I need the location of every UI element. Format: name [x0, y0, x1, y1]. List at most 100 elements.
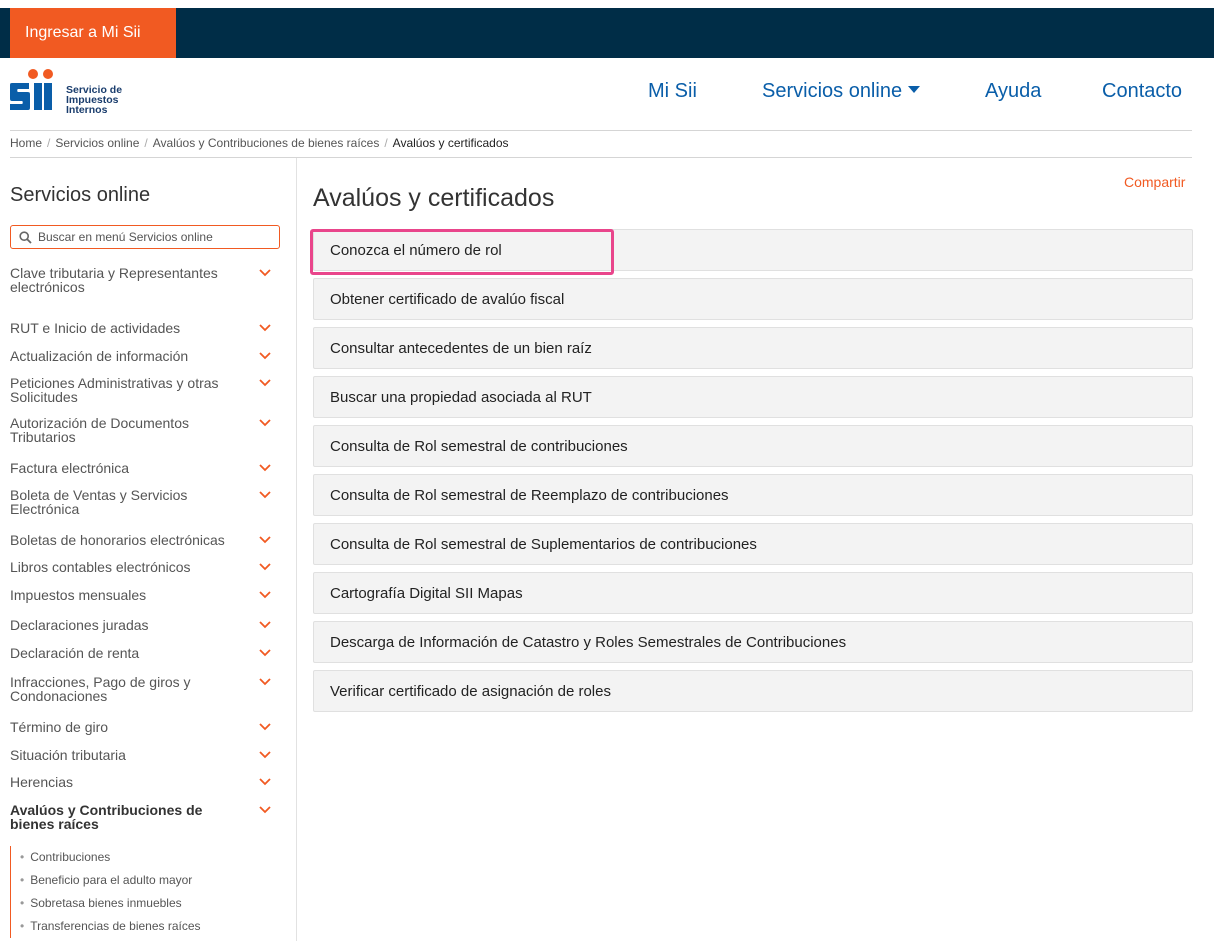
bullet-icon: •: [20, 873, 25, 887]
sidebar-item-herencias[interactable]: Herencias: [10, 775, 281, 789]
sidebar-item-label: Avalúos y Contribuciones de bienes raíce…: [10, 802, 203, 832]
sidebar-item-label: Factura electrónica: [10, 460, 130, 476]
service-link-item[interactable]: Consultar antecedentes de un bien raíz: [313, 327, 1193, 369]
share-link[interactable]: Compartir: [1124, 174, 1185, 190]
sidebar-subitem-label: Transferencias de bienes raíces: [30, 919, 201, 933]
chevron-down-icon: [259, 751, 271, 759]
service-link-label: Consulta de Rol semestral de contribucio…: [330, 437, 628, 455]
chevron-down-icon: [259, 778, 271, 786]
chevron-down-icon: [259, 563, 271, 571]
service-link-label: Cartografía Digital SII Mapas: [330, 584, 523, 602]
sidebar-item-declaracion-renta[interactable]: Declaración de renta: [10, 646, 281, 660]
service-link-label: Buscar una propiedad asociada al RUT: [330, 388, 592, 406]
chevron-down-icon: [259, 678, 271, 686]
chevron-down-icon: [259, 806, 271, 814]
nav-contacto[interactable]: Contacto: [1102, 80, 1182, 103]
sidebar-item-label: Boleta de Ventas y Servicios Electrónica: [10, 487, 188, 517]
sidebar-item-libros-contables[interactable]: Libros contables electrónicos: [10, 560, 281, 574]
breadcrumb-current: Avalúos y certificados: [392, 136, 509, 150]
sidebar-item-termino-giro[interactable]: Término de giro: [10, 720, 281, 734]
chevron-down-icon: [259, 269, 271, 277]
sidebar-item-label: Actualización de información: [10, 348, 189, 364]
sidebar-item-actualizacion-informacion[interactable]: Actualización de información: [10, 349, 281, 363]
sidebar-subitem-beneficio-adulto-mayor[interactable]: • Beneficio para el adulto mayor: [11, 869, 201, 892]
service-link-item[interactable]: Consulta de Rol semestral de contribucio…: [313, 425, 1193, 467]
service-link-label: Obtener certificado de avalúo fiscal: [330, 290, 565, 308]
sii-logo[interactable]: Servicio de Impuestos Internos: [10, 68, 150, 118]
sidebar-divider: [296, 158, 297, 941]
sidebar-subitem-transferencias-bienes-raices[interactable]: • Transferencias de bienes raíces: [11, 915, 201, 938]
service-link-item[interactable]: Consulta de Rol semestral de Reemplazo d…: [313, 474, 1193, 516]
service-link-label: Consultar antecedentes de un bien raíz: [330, 339, 592, 357]
chevron-down-icon: [259, 491, 271, 499]
sidebar-submenu: • Contribuciones • Beneficio para el adulto…: [10, 846, 201, 938]
chevron-down-icon: [259, 536, 271, 544]
highlight-box: [310, 229, 614, 275]
sidebar-item-label: Situación tributaria: [10, 747, 126, 763]
header-divider: [10, 130, 1192, 131]
sidebar-item-label: Autorización de Documentos Tributarios: [10, 415, 189, 445]
chevron-down-icon: [259, 621, 271, 629]
sidebar-item-label: Impuestos mensuales: [10, 587, 147, 603]
header: Servicio de Impuestos Internos Mi Sii Se…: [0, 58, 1214, 130]
bullet-icon: •: [20, 896, 25, 910]
chevron-down-icon: [259, 379, 271, 387]
bullet-icon: •: [20, 919, 25, 933]
chevron-down-icon: [259, 723, 271, 731]
service-link-label: Consulta de Rol semestral de Reemplazo d…: [330, 486, 729, 504]
breadcrumb-avaluos-contribuciones[interactable]: Avalúos y Contribuciones de bienes raíce…: [153, 136, 380, 150]
sidebar-item-impuestos-mensuales[interactable]: Impuestos mensuales: [10, 588, 281, 602]
sidebar-search-input[interactable]: Buscar en menú Servicios online: [10, 225, 280, 249]
sidebar-item-declaraciones-juradas[interactable]: Declaraciones juradas: [10, 618, 281, 632]
chevron-down-icon: [259, 591, 271, 599]
service-link-item[interactable]: Consulta de Rol semestral de Suplementar…: [313, 523, 1193, 565]
sidebar-item-label: Declaración de renta: [10, 645, 140, 661]
logo-line-3: Internos: [66, 104, 108, 116]
service-link-item[interactable]: Verificar certificado de asignación de r…: [313, 670, 1193, 712]
sidebar-subitem-contribuciones[interactable]: • Contribuciones: [11, 846, 201, 869]
sidebar-item-label: Herencias: [10, 774, 74, 790]
nav-mi-sii[interactable]: Mi Sii: [648, 80, 697, 103]
sidebar-subitem-label: Contribuciones: [30, 850, 111, 864]
chevron-down-icon: [259, 419, 271, 427]
chevron-down-icon: [259, 464, 271, 472]
sidebar-item-autorizacion-documentos[interactable]: Autorización de Documentos Tributarios: [10, 416, 281, 444]
sidebar-item-clave-tributaria[interactable]: Clave tributaria y Representantes electr…: [10, 266, 281, 294]
service-link-item[interactable]: Buscar una propiedad asociada al RUT: [313, 376, 1193, 418]
service-link-item[interactable]: Obtener certificado de avalúo fiscal: [313, 278, 1193, 320]
sidebar-subitem-sobretasa-bienes-inmuebles[interactable]: • Sobretasa bienes inmuebles: [11, 892, 201, 915]
chevron-down-icon: [259, 352, 271, 360]
sidebar-subitem-label: Beneficio para el adulto mayor: [30, 873, 193, 887]
sidebar-subitem-label: Sobretasa bienes inmuebles: [30, 896, 182, 910]
sidebar-item-boleta-ventas-servicios[interactable]: Boleta de Ventas y Servicios Electrónica: [10, 488, 281, 516]
service-link-item[interactable]: Descarga de Información de Catastro y Ro…: [313, 621, 1193, 663]
sidebar-item-situacion-tributaria[interactable]: Situación tributaria: [10, 748, 281, 762]
breadcrumb-divider: [10, 157, 1192, 158]
sii-logo-icon: [10, 69, 53, 110]
sidebar-item-label: Término de giro: [10, 719, 109, 735]
breadcrumb-home[interactable]: Home: [10, 136, 42, 150]
sidebar-item-factura-electronica[interactable]: Factura electrónica: [10, 461, 281, 475]
sidebar-item-infracciones-pago-giros[interactable]: Infracciones, Pago de giros y Condonacio…: [10, 675, 281, 703]
breadcrumb-servicios-online[interactable]: Servicios online: [55, 136, 139, 150]
chevron-down-icon: [259, 324, 271, 332]
sidebar-item-label: Clave tributaria y Representantes electr…: [10, 265, 218, 295]
sidebar-item-peticiones-administrativas[interactable]: Peticiones Administrativas y otras Solic…: [10, 376, 281, 404]
breadcrumb: Home / Servicios online / Avalúos y Contribu…: [10, 136, 509, 150]
service-link-label: Verificar certificado de asignación de r…: [330, 682, 611, 700]
nav-servicios-online[interactable]: Servicios online: [762, 80, 921, 103]
service-link-item[interactable]: Cartografía Digital SII Mapas: [313, 572, 1193, 614]
sidebar-item-rut-inicio-actividades[interactable]: RUT e Inicio de actividades: [10, 321, 281, 335]
login-mi-sii-button[interactable]: Ingresar a Mi Sii: [10, 8, 176, 58]
sidebar-item-label: Infracciones, Pago de giros y Condonacio…: [10, 674, 191, 704]
service-link-label: Descarga de Información de Catastro y Ro…: [330, 633, 847, 651]
bullet-icon: •: [20, 850, 25, 864]
top-bar: Ingresar a Mi Sii: [0, 8, 1214, 58]
sidebar-item-label: Peticiones Administrativas y otras Solic…: [10, 375, 219, 405]
logo-text: Servicio de Impuestos Internos: [66, 85, 122, 116]
sidebar-item-avaluos-contribuciones[interactable]: Avalúos y Contribuciones de bienes raíce…: [10, 803, 281, 831]
nav-ayuda[interactable]: Ayuda: [985, 80, 1041, 103]
caret-down-icon: [908, 86, 921, 93]
sidebar-item-label: Libros contables electrónicos: [10, 559, 191, 575]
sidebar-item-boletas-honorarios[interactable]: Boletas de honorarios electrónicas: [10, 533, 281, 547]
